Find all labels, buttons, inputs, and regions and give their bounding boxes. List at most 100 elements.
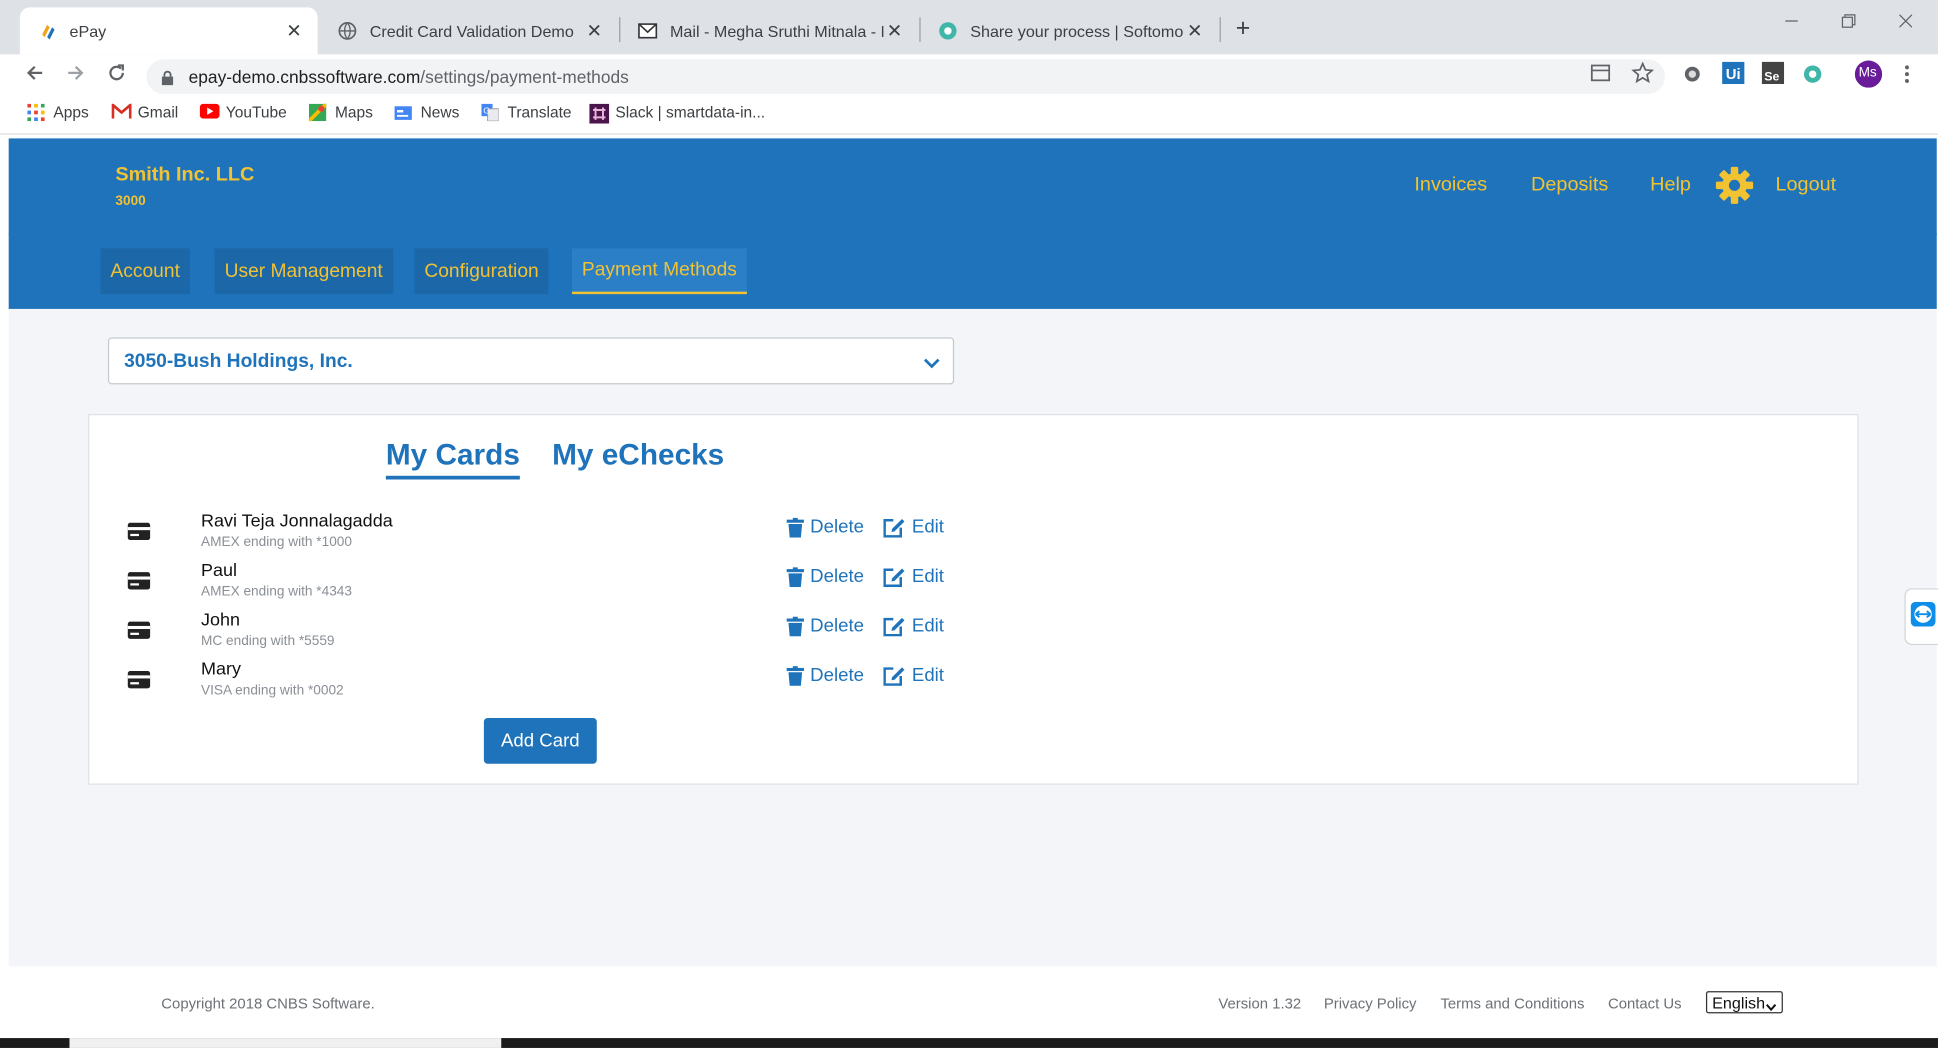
edit-card-button[interactable]: Edit [883,517,944,538]
trash-icon [786,566,804,587]
translate-icon: G [481,103,500,122]
maps-icon [307,102,328,123]
bookmark-star-icon[interactable] [1631,61,1655,90]
tab-softomotive[interactable]: Share your process | Softomotive ✕ [921,7,1219,54]
softomotive-extension-icon[interactable] [1803,64,1823,90]
new-tab-button[interactable]: + [1236,15,1251,43]
edit-card-button[interactable]: Edit [883,566,944,587]
bookmark-news[interactable]: News [394,103,460,122]
language-value: English [1712,992,1766,1012]
svg-text:Ui: Ui [1726,67,1741,83]
delete-card-button[interactable]: Delete [786,516,864,538]
invoices-link[interactable]: Invoices [1414,174,1487,196]
payment-methods-panel: My Cards My eChecks Ravi Teja Jonnalagad… [88,413,1859,785]
globe-icon [337,21,357,41]
bookmark-gmail[interactable]: Gmail [111,102,179,122]
card-holder-name: John [200,610,241,631]
svg-text:Se: Se [1764,69,1779,83]
url-path: /settings/payment-methods [420,66,629,87]
edit-card-button[interactable]: Edit [883,615,944,636]
forward-icon[interactable] [66,63,86,89]
card-row: Paul AMEX ending with *4343 Delete Edit [89,561,1032,610]
tab-epay[interactable]: ePay ✕ [19,7,318,55]
uipath-extension-icon[interactable]: Ui [1722,61,1745,90]
language-select[interactable]: English [1705,991,1783,1014]
profile-initials: Ms [1858,65,1877,81]
reload-icon[interactable] [107,63,127,89]
teamviewer-icon [1910,601,1936,633]
terms-link[interactable]: Terms and Conditions [1440,995,1584,1012]
delete-card-button[interactable]: Delete [786,566,864,587]
bookmark-maps[interactable]: Maps [307,102,373,123]
card-holder-name: Mary [200,659,241,680]
account-select-value: 3050-Bush Holdings, Inc. [124,350,353,372]
page-footer: Copyright 2018 CNBS Software. Version 1.… [8,966,1937,1039]
card-row: John MC ending with *5559 Delete Edit [89,610,1032,659]
bookmark-label: Slack | smartdata-in... [615,103,766,122]
tab-title: Mail - Megha Sruthi Mitnala - Pro [669,21,884,41]
credit-card-icon [127,522,152,542]
bookmark-label: Gmail [137,103,179,122]
tab-my-echecks[interactable]: My eChecks [552,439,724,474]
tab-title: Credit Card Validation Demo [369,21,574,41]
minimize-window-icon[interactable] [1784,12,1799,33]
bookmark-apps[interactable]: Apps [27,103,89,122]
delete-label: Delete [810,516,864,538]
close-tab-icon[interactable]: ✕ [883,20,905,42]
tab-title: Share your process | Softomotive [970,21,1184,41]
close-window-icon[interactable] [1898,12,1913,33]
subnav-user-management[interactable]: User Management [214,248,393,295]
card-row: Mary VISA ending with *0002 Delete Edit [89,660,1032,709]
close-tab-icon[interactable]: ✕ [283,20,305,42]
credit-card-icon [127,620,152,640]
company-id: 3000 [115,194,146,209]
subnav-configuration[interactable]: Configuration [414,248,549,295]
address-bar[interactable]: epay-demo.cnbssoftware.com/settings/paym… [146,59,1666,94]
selenium-extension-icon[interactable]: Se [1761,61,1785,90]
bookmark-label: Maps [334,103,373,122]
svg-text:G: G [483,106,490,116]
tab-my-cards[interactable]: My Cards [385,439,520,480]
trash-icon [786,616,804,636]
profile-avatar[interactable]: Ms [1854,60,1883,94]
reader-mode-icon[interactable] [1590,64,1611,87]
close-tab-icon[interactable]: ✕ [583,20,605,42]
logout-link[interactable]: Logout [1775,174,1836,196]
version-text: Version 1.32 [1218,994,1302,1013]
delete-card-button[interactable]: Delete [786,615,864,636]
tab-title: ePay [69,21,107,41]
softomotive-icon [938,21,958,41]
deposits-link[interactable]: Deposits [1531,174,1608,196]
trash-icon [786,517,804,537]
card-holder-name: Ravi Teja Jonnalagadda [200,511,393,532]
bookmark-label: News [420,103,460,122]
back-icon[interactable] [25,63,45,89]
delete-card-button[interactable]: Delete [786,665,864,686]
contact-us-link[interactable]: Contact Us [1608,995,1682,1012]
restore-window-icon[interactable] [1841,12,1856,33]
edit-card-button[interactable]: Edit [883,665,944,686]
subnav-account[interactable]: Account [100,248,190,295]
close-tab-icon[interactable]: ✕ [1184,20,1206,42]
subnav-payment-methods[interactable]: Payment Methods [571,248,747,295]
bookmark-label: Apps [53,103,89,122]
card-description: MC ending with *5559 [200,633,335,649]
tab-credit-card-validation[interactable]: Credit Card Validation Demo ✕ [320,7,618,54]
company-name: Smith Inc. LLC [115,164,255,186]
extension-circle-icon[interactable] [1682,64,1702,90]
bookmark-translate[interactable]: G Translate [481,103,572,122]
teamviewer-widget[interactable] [1904,588,1938,646]
taskbar-search-box[interactable] [69,1038,502,1048]
account-select[interactable]: 3050-Bush Holdings, Inc. [107,337,955,385]
trash-icon [786,665,804,686]
tab-mail[interactable]: Mail - Megha Sruthi Mitnala - Pro ✕ [620,7,918,54]
bookmark-slack[interactable]: Slack | smartdata-in... [589,103,766,124]
epay-logo-icon [37,21,57,41]
bookmark-youtube[interactable]: YouTube [199,103,287,121]
edit-label: Edit [911,664,944,686]
browser-menu-icon[interactable] [1903,64,1910,90]
gear-icon[interactable] [1715,166,1755,206]
help-link[interactable]: Help [1650,174,1691,196]
add-card-button[interactable]: Add Card [483,717,597,764]
privacy-policy-link[interactable]: Privacy Policy [1324,995,1417,1012]
